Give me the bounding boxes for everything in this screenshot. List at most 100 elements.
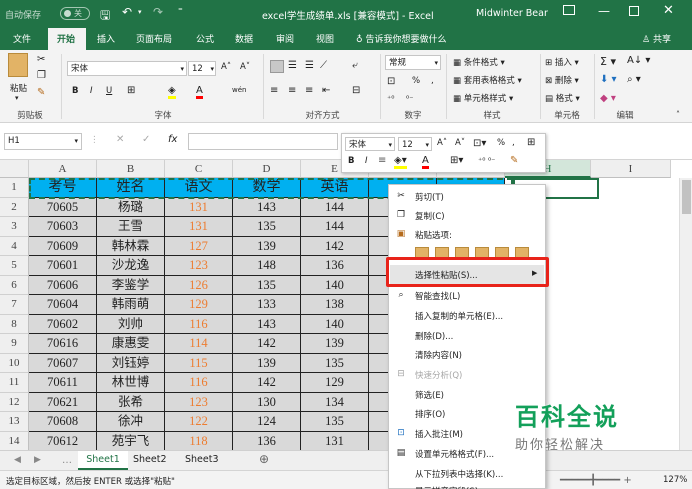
prev-sheet-icon[interactable]: ◀ <box>14 455 21 465</box>
cell-style-button[interactable]: ▦ 单元格样式 ▾ <box>453 92 513 104</box>
table-cell[interactable]: 126 <box>165 275 233 295</box>
zoom-level[interactable]: 127% <box>663 475 687 485</box>
wrap-text-icon[interactable]: ⤶ <box>352 60 358 71</box>
fill-icon[interactable]: ⬇ ▾ <box>600 74 617 85</box>
row-header-6[interactable]: 6 <box>0 275 29 295</box>
row-header-7[interactable]: 7 <box>0 295 29 315</box>
table-cell[interactable]: 135 <box>301 353 369 373</box>
table-cell[interactable]: 116 <box>165 314 233 334</box>
table-cell[interactable]: 70608 <box>29 412 97 432</box>
delete-cells-button[interactable]: ⊠ 删除 ▾ <box>545 74 579 86</box>
collapse-ribbon-icon[interactable]: ˄ <box>676 110 680 119</box>
borders-icon[interactable]: ⊞ <box>127 85 135 96</box>
mini-font-select[interactable]: 宋体 ▾ <box>345 137 395 151</box>
zoom-slider[interactable]: ━━━━━╋━━━━ + <box>560 475 632 486</box>
mini-shrink-font[interactable]: A˅ <box>455 138 465 148</box>
paste-icon[interactable] <box>8 53 28 77</box>
table-cell[interactable]: 韩林霖 <box>97 236 165 256</box>
menu-cut[interactable]: 剪切(T) <box>415 191 444 203</box>
tab-data[interactable]: 数据 <box>235 32 253 45</box>
table-cell[interactable]: 杨璐 <box>97 197 165 217</box>
menu-insert-comment[interactable]: 插入批注(M) <box>415 428 463 440</box>
table-cell[interactable]: 118 <box>165 431 233 451</box>
table-cell[interactable]: 136 <box>233 431 301 451</box>
mini-size-select[interactable]: 12 ▾ <box>398 137 432 151</box>
number-format-select[interactable]: 常规 ▾ <box>385 55 441 70</box>
column-header-b[interactable]: B <box>97 160 165 178</box>
mini-grow-font[interactable]: A˄ <box>437 138 447 148</box>
autosum-icon[interactable]: Σ ▾ <box>600 55 616 68</box>
menu-format-cells[interactable]: 设置单元格格式(F)... <box>415 448 494 460</box>
tab-file[interactable]: 文件 <box>13 32 31 45</box>
comma-button[interactable]: , <box>431 76 434 86</box>
table-cell[interactable]: 140 <box>301 275 369 295</box>
mini-decimal-icon[interactable]: ⁺⁰ ⁰⁻ <box>478 156 495 165</box>
format-painter-icon[interactable]: ✎ <box>37 87 45 98</box>
cut-icon[interactable]: ✂ <box>37 54 45 65</box>
add-sheet-icon[interactable]: ⊕ <box>259 452 269 466</box>
italic-button[interactable]: I <box>90 86 93 96</box>
tell-me-box[interactable]: ♁ 告诉我你想要做什么 <box>356 32 446 45</box>
next-sheet-icon[interactable]: ▶ <box>34 455 41 465</box>
insert-cells-button[interactable]: ⊞ 插入 ▾ <box>545 56 579 68</box>
share-button[interactable]: ♙ 共享 <box>642 32 671 45</box>
bold-button[interactable]: B <box>72 86 78 96</box>
table-cell[interactable]: 131 <box>165 197 233 217</box>
table-cell[interactable]: 116 <box>165 373 233 393</box>
table-format-button[interactable]: ▦ 套用表格格式 ▾ <box>453 74 522 86</box>
ribbon-display-icon[interactable] <box>563 5 575 15</box>
mini-borders-icon[interactable]: ⊞▾ <box>450 155 463 166</box>
table-cell[interactable]: 114 <box>165 334 233 354</box>
table-cell[interactable]: 123 <box>165 392 233 412</box>
mini-currency-icon[interactable]: ⊡▾ <box>473 138 486 149</box>
maximize-icon[interactable] <box>629 6 639 16</box>
font-name-select[interactable]: 宋体 ▾ <box>67 61 187 76</box>
table-cell[interactable]: 139 <box>301 334 369 354</box>
menu-insert-copied[interactable]: 插入复制的单元格(E)... <box>415 310 503 322</box>
table-cell[interactable]: 韩雨萌 <box>97 295 165 315</box>
table-cell[interactable]: 135 <box>233 217 301 237</box>
indent-icon[interactable]: ⇤ <box>322 85 330 96</box>
menu-phonetic[interactable]: 显示拼音字段(S) <box>415 485 478 489</box>
table-cell[interactable]: 144 <box>301 217 369 237</box>
table-cell[interactable]: 127 <box>165 236 233 256</box>
table-cell[interactable]: 林世博 <box>97 373 165 393</box>
cancel-icon[interactable]: ✕ <box>116 134 124 145</box>
table-cell[interactable]: 140 <box>301 314 369 334</box>
underline-button[interactable]: U <box>106 86 112 96</box>
mini-format-painter-icon[interactable]: ✎ <box>510 155 518 166</box>
menu-sort[interactable]: 排序(O) <box>415 408 445 420</box>
confirm-icon[interactable]: ✓ <box>142 134 150 145</box>
conditional-format-button[interactable]: ▦ 条件格式 ▾ <box>453 56 505 68</box>
menu-smart-lookup[interactable]: 智能查找(L) <box>415 290 460 302</box>
close-icon[interactable]: ✕ <box>663 3 674 18</box>
table-cell[interactable]: 129 <box>301 373 369 393</box>
table-cell[interactable]: 王雪 <box>97 217 165 237</box>
table-cell[interactable]: 刘钰婷 <box>97 353 165 373</box>
table-cell[interactable]: 70605 <box>29 197 97 217</box>
formula-input[interactable] <box>188 133 338 150</box>
increase-decimal-icon[interactable]: ⁺⁰ <box>387 94 394 103</box>
table-cell[interactable]: 刘帅 <box>97 314 165 334</box>
table-cell[interactable]: 70609 <box>29 236 97 256</box>
table-cell[interactable]: 134 <box>301 392 369 412</box>
select-all-corner[interactable] <box>0 160 29 178</box>
column-header-i[interactable]: I <box>591 160 671 178</box>
table-cell[interactable]: 徐冲 <box>97 412 165 432</box>
table-cell[interactable]: 苑宇飞 <box>97 431 165 451</box>
table-cell[interactable]: 70603 <box>29 217 97 237</box>
row-header-5[interactable]: 5 <box>0 256 29 276</box>
table-cell[interactable]: 135 <box>233 275 301 295</box>
row-header-14[interactable]: 14 <box>0 431 29 451</box>
middle-align-icon[interactable]: ☰ <box>288 60 297 71</box>
vertical-scrollbar[interactable] <box>679 178 692 450</box>
mini-bold[interactable]: B <box>348 156 354 166</box>
table-cell[interactable]: 143 <box>233 314 301 334</box>
sheet-tab-3[interactable]: Sheet3 <box>185 454 219 465</box>
fill-color-icon[interactable]: ◈ <box>168 85 176 99</box>
table-cell[interactable]: 148 <box>233 256 301 276</box>
table-cell[interactable]: 143 <box>233 197 301 217</box>
align-right-icon[interactable]: ≡ <box>305 85 313 96</box>
save-icon[interactable]: 🖫 <box>100 6 110 27</box>
table-cell[interactable]: 115 <box>165 353 233 373</box>
